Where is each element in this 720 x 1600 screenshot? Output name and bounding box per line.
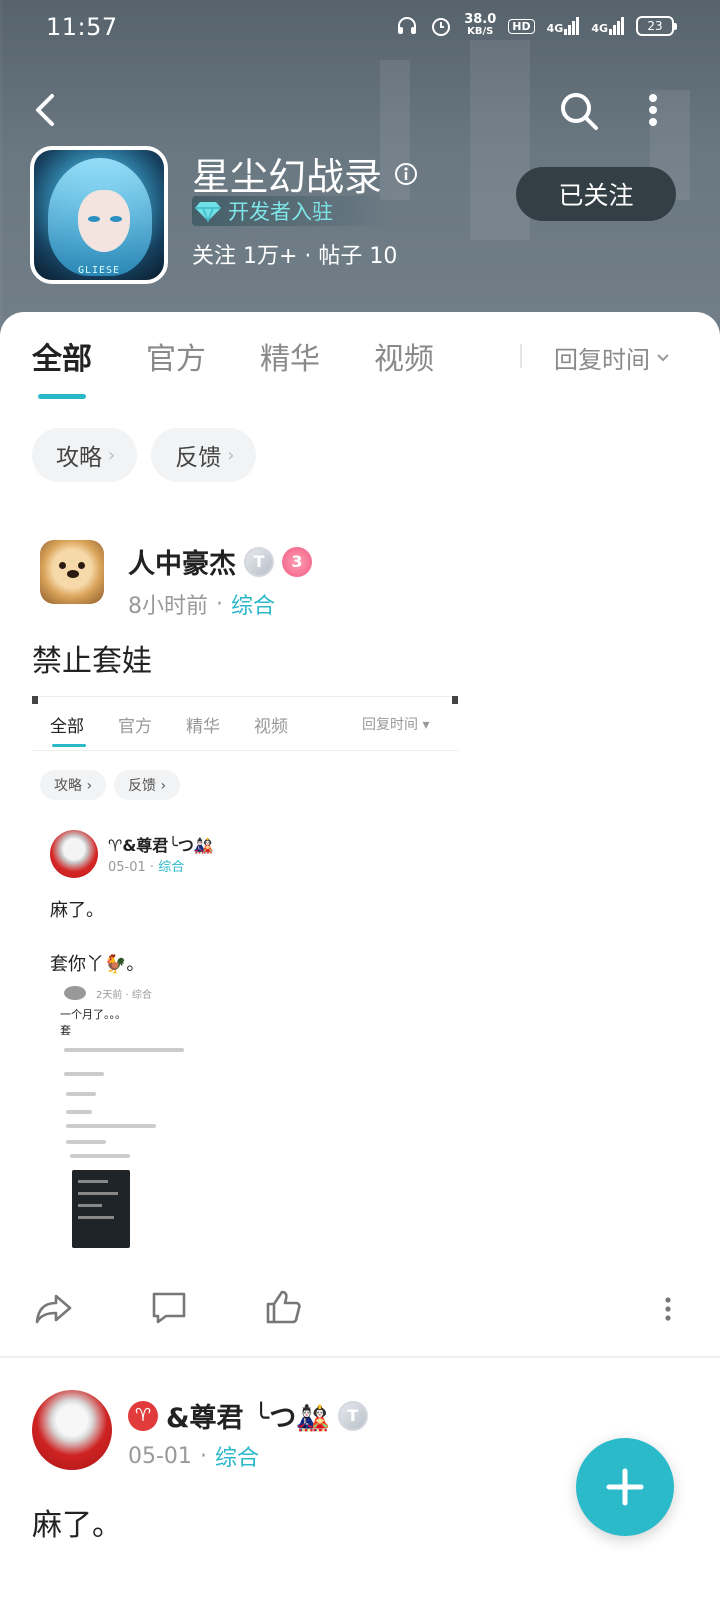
- alarm-icon: [430, 15, 452, 37]
- level-badge-icon: T: [244, 546, 274, 577]
- post-author[interactable]: 人中豪杰: [128, 542, 236, 581]
- post-category[interactable]: 综合: [231, 588, 275, 620]
- hd-voice-icon: HD: [508, 18, 535, 34]
- avatar[interactable]: [40, 540, 104, 604]
- chip-feedback[interactable]: 反馈 ›: [151, 428, 257, 482]
- tab-video[interactable]: 视频: [374, 334, 434, 378]
- status-icons: 38.0 KB/S HD 4G 4G 23: [396, 12, 677, 38]
- chevron-left-icon: [36, 94, 54, 126]
- post-author[interactable]: &尊君 ╰つ🎎: [166, 1396, 330, 1435]
- chevron-down-icon: [657, 353, 669, 361]
- plus-icon: [606, 1468, 644, 1506]
- search-button[interactable]: [556, 88, 602, 134]
- avatar[interactable]: [32, 1390, 112, 1470]
- post-title: 禁止套娃: [32, 644, 152, 679]
- forum-title: 星尘幻战录: [192, 155, 383, 199]
- headphones-icon: [396, 16, 418, 36]
- meta-dot: ·: [216, 591, 223, 617]
- sort-dropdown[interactable]: 回复时间: [554, 340, 670, 375]
- tab-official[interactable]: 官方: [146, 334, 206, 378]
- status-time: 11:57: [46, 13, 118, 41]
- battery-icon: 23: [636, 16, 677, 36]
- image-tabs: 全部 官方 精华 视频: [50, 717, 288, 737]
- post-meta: 8小时前 · 综合: [128, 588, 275, 620]
- meta-dot: ·: [199, 1443, 207, 1469]
- post-meta: 05-01 · 综合: [128, 1440, 259, 1472]
- more-button[interactable]: [638, 88, 668, 134]
- chip-guide[interactable]: 攻略 ›: [32, 428, 138, 482]
- category-chips: 攻略 › 反馈 ›: [32, 428, 257, 482]
- developer-badge: 开发者入驻: [192, 196, 392, 226]
- signal-icon-2: 4G: [591, 17, 624, 35]
- comment-icon[interactable]: [150, 1290, 188, 1326]
- post-divider: [0, 1356, 720, 1358]
- post-body: 麻了。: [32, 1508, 122, 1543]
- post-author-row: ♈ &尊君 ╰つ🎎 T: [128, 1396, 368, 1435]
- network-speed: 38.0 KB/S: [464, 12, 497, 37]
- game-icon-brand: GLIESE: [77, 265, 121, 276]
- post-author-row: 人中豪杰 T 3: [128, 542, 312, 581]
- forum-header: 11:57 38.0 KB/S HD 4G 4G 23 GLIESE 星尘幻战录…: [0, 0, 720, 345]
- tab-divider: [520, 344, 522, 368]
- tab-indicator: [38, 394, 86, 399]
- signal-icon-1: 4G: [547, 17, 580, 35]
- follow-button[interactable]: 已关注: [516, 167, 676, 221]
- post-category[interactable]: 综合: [215, 1440, 259, 1472]
- post-more-icon[interactable]: [660, 1294, 676, 1324]
- back-button[interactable]: [28, 88, 68, 132]
- image-avatar: [50, 830, 98, 878]
- new-post-button[interactable]: [576, 1438, 674, 1536]
- like-icon[interactable]: [264, 1290, 302, 1326]
- medal-badge-icon: 3: [282, 546, 312, 577]
- level-badge-icon: T: [337, 1400, 368, 1431]
- aries-icon: ♈: [128, 1400, 158, 1431]
- search-icon: [561, 93, 598, 130]
- nested-screenshot: 2天前 · 综合 一个月了。。。 套: [60, 984, 220, 1254]
- post-image[interactable]: 全部 官方 精华 视频 回复时间 ▾ 攻略 › 反馈 › ♈&尊君╰つ🎎 05-…: [32, 696, 458, 1256]
- more-vertical-icon: [649, 94, 657, 126]
- tab-bar: 全部 官方 精华 视频: [32, 334, 434, 378]
- forum-title-row: 星尘幻战录: [192, 146, 418, 201]
- post-time: 8小时前: [128, 594, 208, 619]
- chevron-right-icon: ›: [108, 444, 116, 466]
- forum-game-icon: GLIESE: [30, 146, 168, 284]
- share-icon[interactable]: [34, 1290, 74, 1326]
- info-icon[interactable]: [394, 162, 418, 186]
- post-time: 05-01: [128, 1443, 192, 1469]
- chevron-right-icon: ›: [227, 444, 235, 466]
- tab-all[interactable]: 全部: [32, 334, 92, 378]
- forum-stats: 关注 1万+ · 帖子 10: [192, 244, 398, 269]
- sort-label: 回复时间: [554, 346, 650, 374]
- tab-featured[interactable]: 精华: [260, 334, 320, 378]
- diamond-icon: [195, 202, 221, 223]
- status-bar: 11:57 38.0 KB/S HD 4G 4G 23: [0, 0, 720, 56]
